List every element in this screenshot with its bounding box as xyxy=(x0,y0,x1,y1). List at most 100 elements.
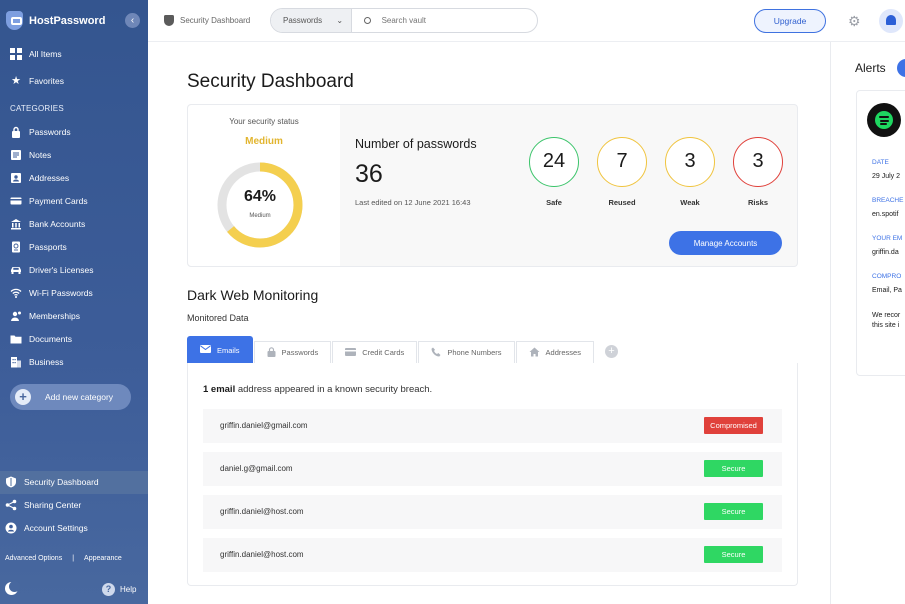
app-name: HostPassword xyxy=(29,14,106,27)
appearance-link[interactable]: Appearance xyxy=(84,555,122,562)
alert-field-value: Email, Pa xyxy=(872,287,902,294)
brand[interactable]: HostPassword xyxy=(6,11,105,30)
sidebar-item-passwords[interactable]: Passwords xyxy=(10,126,71,138)
upgrade-button[interactable]: Upgrade xyxy=(754,9,826,33)
table-row[interactable]: daniel.g@gmail.com Secure xyxy=(203,452,782,486)
status-badge: Secure xyxy=(704,503,763,520)
sidebar-item-all-items[interactable]: All Items xyxy=(10,48,62,60)
notifications-button[interactable] xyxy=(879,9,903,33)
alert-field-key: BREACHE xyxy=(872,197,904,204)
last-edited: Last edited on 12 June 2021 16:43 xyxy=(355,198,471,207)
search-input[interactable] xyxy=(381,9,538,32)
sidebar-item-sharing-center[interactable]: Sharing Center xyxy=(5,499,81,511)
credit-card-icon xyxy=(10,195,22,207)
sidebar-item-label: Passwords xyxy=(29,127,71,137)
sidebar-item-label: Bank Accounts xyxy=(29,219,86,229)
sidebar-item-label: Wi-Fi Passwords xyxy=(29,288,93,298)
advanced-options-link[interactable]: Advanced Options xyxy=(5,555,62,562)
alert-card[interactable]: DATE 29 July 2 BREACHE en.spotif YOUR EM… xyxy=(856,90,905,376)
stat-weak[interactable]: 3 Weak xyxy=(664,137,716,207)
sidebar-item-documents[interactable]: Documents xyxy=(10,333,72,345)
status-badge: Compromised xyxy=(704,417,763,434)
breach-count: 1 email xyxy=(203,384,236,395)
sidebar-item-wifi-passwords[interactable]: Wi-Fi Passwords xyxy=(10,287,93,299)
sidebar-item-label: Security Dashboard xyxy=(24,477,99,487)
user-circle-icon xyxy=(5,522,17,534)
sidebar: HostPassword ‹ All Items ★ Favorites CAT… xyxy=(0,0,148,604)
shield-logo-icon xyxy=(6,11,23,30)
sidebar-item-label: Payment Cards xyxy=(29,196,88,206)
monitored-data-tabs: Emails Passwords Credit Cards Phone Numb… xyxy=(187,336,618,363)
sidebar-item-business[interactable]: Business xyxy=(10,356,64,368)
table-row[interactable]: griffin.daniel@gmail.com Compromised xyxy=(203,409,782,443)
breach-summary-text: address appeared in a known security bre… xyxy=(235,384,433,395)
tab-label: Addresses xyxy=(545,348,581,357)
sidebar-item-account-settings[interactable]: Account Settings xyxy=(5,522,88,534)
add-category-button[interactable]: + Add new category xyxy=(10,384,131,410)
tab-label: Credit Cards xyxy=(362,348,405,357)
table-row[interactable]: griffin.daniel@host.com Secure xyxy=(203,495,782,529)
sidebar-item-label: Memberships xyxy=(29,311,81,321)
sidebar-item-bank-accounts[interactable]: Bank Accounts xyxy=(10,218,85,230)
alerts-title: Alerts xyxy=(855,61,886,75)
credit-card-icon xyxy=(345,347,357,358)
email-address: griffin.daniel@host.com xyxy=(220,550,304,559)
question-icon: ? xyxy=(102,583,115,596)
alert-field-value: griffin.da xyxy=(872,249,899,256)
stat-label: Risks xyxy=(747,198,768,207)
dark-web-title: Dark Web Monitoring xyxy=(187,287,319,303)
breadcrumb-label: Security Dashboard xyxy=(180,16,251,25)
tab-addresses[interactable]: Addresses xyxy=(515,341,594,363)
tab-passwords[interactable]: Passwords xyxy=(253,341,332,363)
share-icon xyxy=(5,499,17,511)
stat-safe[interactable]: 24 Safe xyxy=(528,137,580,207)
bell-icon xyxy=(886,15,896,25)
manage-accounts-button[interactable]: Manage Accounts xyxy=(669,231,782,255)
sidebar-item-label: Favorites xyxy=(29,76,64,86)
security-score-percent: 64% xyxy=(243,188,277,205)
passport-icon xyxy=(10,241,22,253)
email-monitor-panel: 1 email address appeared in a known secu… xyxy=(187,363,798,586)
stat-label: Weak xyxy=(680,198,700,207)
sidebar-item-addresses[interactable]: Addresses xyxy=(10,172,69,184)
sidebar-item-security-dashboard[interactable]: Security Dashboard xyxy=(5,476,99,488)
status-badge: Secure xyxy=(704,546,763,563)
security-score-sublabel: Medium xyxy=(249,213,271,219)
stat-reused[interactable]: 7 Reused xyxy=(596,137,648,207)
sidebar-item-label: Account Settings xyxy=(24,523,88,533)
sidebar-item-favorites[interactable]: ★ Favorites xyxy=(10,75,64,87)
tab-label: Phone Numbers xyxy=(447,348,502,357)
car-icon xyxy=(10,264,22,276)
sidebar-item-passports[interactable]: Passports xyxy=(10,241,67,253)
sidebar-item-label: Passports xyxy=(29,242,67,252)
shield-icon xyxy=(5,476,17,488)
stat-circle: 24 xyxy=(529,137,579,187)
alert-field-key: DATE xyxy=(872,159,889,166)
home-icon xyxy=(529,347,540,359)
tab-emails[interactable]: Emails xyxy=(187,336,253,363)
gear-icon[interactable]: ⚙ xyxy=(848,14,861,28)
envelope-icon xyxy=(200,345,211,355)
sidebar-item-notes[interactable]: Notes xyxy=(10,149,51,161)
alerts-divider xyxy=(830,42,831,604)
sidebar-item-memberships[interactable]: Memberships xyxy=(10,310,80,322)
add-tab-button[interactable]: + xyxy=(604,345,618,358)
tab-phone-numbers[interactable]: Phone Numbers xyxy=(418,341,515,363)
table-row[interactable]: griffin.daniel@host.com Secure xyxy=(203,538,782,572)
help-label: Help xyxy=(120,585,137,594)
password-count: 36 xyxy=(355,160,383,188)
breach-summary: 1 email address appeared in a known secu… xyxy=(203,384,432,395)
add-category-label: Add new category xyxy=(45,392,114,402)
search-scope-value: Passwords xyxy=(283,16,323,25)
page-title: Security Dashboard xyxy=(187,71,354,92)
help-button[interactable]: ? Help xyxy=(102,583,136,596)
tab-credit-cards[interactable]: Credit Cards xyxy=(332,341,418,363)
dark-mode-toggle-icon[interactable] xyxy=(5,581,20,595)
chevron-left-icon[interactable]: ‹ xyxy=(125,13,140,28)
sidebar-item-label: All Items xyxy=(29,49,62,59)
membership-icon xyxy=(10,310,22,322)
stat-risks[interactable]: 3 Risks xyxy=(732,137,784,207)
sidebar-item-drivers-licenses[interactable]: Driver's Licenses xyxy=(10,264,93,276)
search-scope-select[interactable]: Passwords ⌄ xyxy=(271,9,353,32)
sidebar-item-payment-cards[interactable]: Payment Cards xyxy=(10,195,88,207)
